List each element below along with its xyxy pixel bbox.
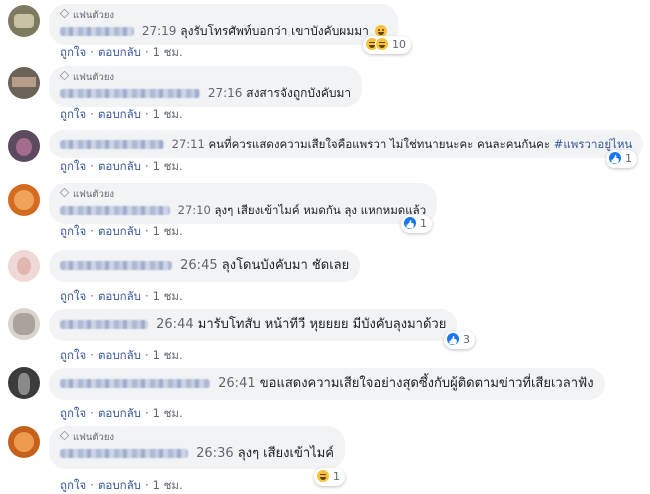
avatar[interactable]	[8, 367, 40, 399]
top-fan-badge: แฟนตัวยง	[59, 8, 387, 23]
comment-time: 27:19	[141, 24, 177, 38]
comment-bubble: แฟนตัวยง 27:19 ลุงรับโทรศัพท์บอกว่า เขาบ…	[49, 4, 398, 45]
top-fan-badge: แฟนตัวยง	[59, 187, 426, 202]
reply-link[interactable]: ตอบกลับ	[98, 406, 141, 420]
comment-actions: ถูกใจ · ตอบกลับ · 1 ชม.	[60, 107, 183, 121]
comment-actions: ถูกใจ · ตอบกลับ · 1 ชม.	[60, 348, 183, 362]
avatar[interactable]	[8, 67, 40, 99]
reaction-summary[interactable]: 1	[314, 468, 345, 486]
comment-bubble: แฟนตัวยง 26:36 ลุงๆ เสียงเข้าไมค์	[49, 426, 345, 469]
comment-text: ลุงรับโทรศัพท์บอกว่า เขาบังคับผมมา	[180, 24, 369, 38]
avatar[interactable]	[8, 5, 40, 37]
like-reaction-icon	[403, 216, 417, 230]
comment-text: คนที่ควรแสดงความเสียใจคือแพรวา ไม่ใช่ทนา…	[208, 137, 551, 151]
comment-age: 1 ชม.	[152, 406, 183, 420]
comment-age: 1 ชม.	[152, 289, 183, 303]
blurred-name[interactable]	[60, 320, 148, 329]
comment-bubble: 27:11 คนที่ควรแสดงความเสียใจคือแพรวา ไม่…	[49, 130, 644, 158]
like-link[interactable]: ถูกใจ	[60, 289, 86, 303]
reaction-summary[interactable]: 1	[606, 150, 637, 168]
comment-actions: ถูกใจ · ตอบกลับ · 1 ชม.	[60, 478, 183, 492]
avatar[interactable]	[8, 426, 40, 458]
haha-reaction-icon	[375, 37, 389, 51]
comment-age: 1 ชม.	[152, 348, 183, 362]
blurred-name[interactable]	[60, 261, 172, 270]
comment-bubble: 26:45 ลุงโดนบังคับมา ชัดเลย	[49, 250, 361, 282]
comment-text: ลุงโดนบังคับมา ชัดเลย	[221, 258, 350, 273]
like-link[interactable]: ถูกใจ	[60, 348, 86, 362]
like-link[interactable]: ถูกใจ	[60, 406, 86, 420]
haha-reaction-icon	[316, 469, 330, 483]
top-fan-badge: แฟนตัวยง	[59, 430, 334, 445]
reply-link[interactable]: ตอบกลับ	[98, 478, 141, 492]
avatar[interactable]	[8, 130, 40, 162]
comment-bubble: แฟนตัวยง 27:10 ลุงๆ เสียงเข้าไมค์ หมดกัน…	[49, 183, 438, 224]
comment-text: ขอแสดงความเสียใจอย่างสุดซึ้งกับผู้ติดตาม…	[259, 376, 594, 391]
comment-age: 1 ชม.	[152, 478, 183, 492]
comment-bubble: 26:41 ขอแสดงความเสียใจอย่างสุดซึ้งกับผู้…	[49, 368, 605, 400]
comment-text: ลุงๆ เสียงเข้าไมค์	[237, 446, 334, 461]
comment-age: 1 ชม.	[152, 107, 183, 121]
diamond-icon	[59, 70, 70, 81]
reply-link[interactable]: ตอบกลับ	[98, 348, 141, 362]
blurred-name[interactable]	[60, 140, 164, 149]
blurred-name[interactable]	[60, 27, 134, 36]
comment-time: 27:16	[207, 86, 243, 100]
comment-time: 26:36	[196, 446, 234, 461]
comment-actions: ถูกใจ · ตอบกลับ · 1 ชม.	[60, 289, 183, 303]
reply-link[interactable]: ตอบกลับ	[98, 159, 141, 173]
comment-age: 1 ชม.	[152, 224, 183, 238]
comment-time: 26:44	[156, 317, 194, 332]
reply-link[interactable]: ตอบกลับ	[98, 289, 141, 303]
blurred-name[interactable]	[60, 89, 200, 98]
comment-text: มารับโทสับ หน้าทีวี หุยยยย มีบังคับลุงมา…	[197, 317, 447, 332]
diamond-icon	[59, 430, 70, 441]
comment-time: 26:41	[218, 376, 256, 391]
hashtag-link[interactable]: #แพรวาอยู่ไหน	[554, 137, 633, 151]
blurred-name[interactable]	[60, 449, 188, 458]
top-fan-badge: แฟนตัวยง	[59, 70, 351, 85]
like-link[interactable]: ถูกใจ	[60, 107, 86, 121]
avatar[interactable]	[8, 184, 40, 216]
like-link[interactable]: ถูกใจ	[60, 159, 86, 173]
like-link[interactable]: ถูกใจ	[60, 45, 86, 59]
reaction-summary[interactable]: 1	[401, 215, 432, 233]
blurred-name[interactable]	[60, 379, 210, 388]
comment-time: 26:45	[180, 258, 218, 273]
like-link[interactable]: ถูกใจ	[60, 224, 86, 238]
like-reaction-icon	[608, 151, 622, 165]
diamond-icon	[59, 187, 70, 198]
reply-link[interactable]: ตอบกลับ	[98, 224, 141, 238]
diamond-icon	[59, 8, 70, 19]
reaction-summary[interactable]: 10	[363, 36, 411, 54]
reply-link[interactable]: ตอบกลับ	[98, 45, 141, 59]
avatar[interactable]	[8, 250, 40, 282]
like-reaction-icon	[446, 332, 460, 346]
comment-age: 1 ชม.	[152, 159, 183, 173]
comment-age: 1 ชม.	[152, 45, 183, 59]
comment-text: ลุงๆ เสียงเข้าไมค์ หมดกัน ลุง แหกหมดแล้ว	[214, 203, 427, 217]
comment-actions: ถูกใจ · ตอบกลับ · 1 ชม.	[60, 406, 183, 420]
reply-link[interactable]: ตอบกลับ	[98, 107, 141, 121]
reaction-summary[interactable]: 3	[444, 331, 475, 349]
avatar[interactable]	[8, 308, 40, 340]
comment-bubble: 26:44 มารับโทสับ หน้าทีวี หุยยยย มีบังคั…	[49, 309, 458, 341]
like-link[interactable]: ถูกใจ	[60, 478, 86, 492]
comment-bubble: แฟนตัวยง 27:16 สงสารจังถูกบังคับมา	[49, 66, 363, 107]
blurred-name[interactable]	[60, 206, 170, 215]
comment-actions: ถูกใจ · ตอบกลับ · 1 ชม.	[60, 45, 183, 59]
comment-text: สงสารจังถูกบังคับมา	[246, 86, 352, 100]
comment-actions: ถูกใจ · ตอบกลับ · 1 ชม.	[60, 159, 183, 173]
comment-time: 27:11	[171, 137, 205, 151]
comment-actions: ถูกใจ · ตอบกลับ · 1 ชม.	[60, 224, 183, 238]
comment-time: 27:10	[177, 203, 211, 217]
